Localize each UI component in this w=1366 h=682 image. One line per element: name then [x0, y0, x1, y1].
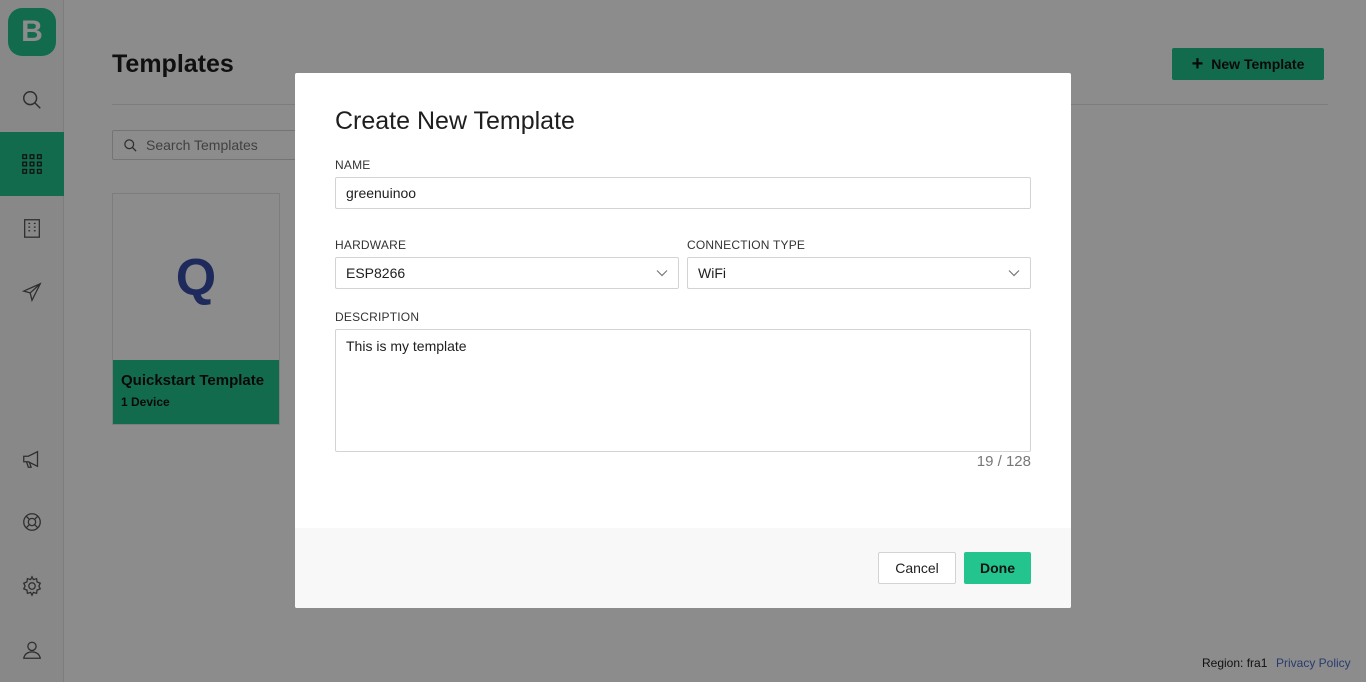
- hardware-select[interactable]: ESP8266: [335, 257, 679, 289]
- hardware-value: ESP8266: [346, 265, 406, 281]
- description-field[interactable]: This is my template: [335, 329, 1031, 452]
- connection-type-select[interactable]: WiFi: [687, 257, 1031, 289]
- name-field[interactable]: [335, 177, 1031, 209]
- create-template-dialog: Create New Template NAME HARDWARE ESP826…: [295, 73, 1071, 608]
- name-label: NAME: [335, 158, 371, 172]
- description-char-count: 19 / 128: [976, 453, 1031, 470]
- dialog-title: Create New Template: [335, 107, 575, 135]
- dialog-footer: Cancel Done: [295, 528, 1071, 608]
- connection-type-label: CONNECTION TYPE: [687, 238, 806, 252]
- done-button[interactable]: Done: [964, 552, 1031, 584]
- chevron-down-icon: [1008, 270, 1020, 277]
- chevron-down-icon: [656, 270, 668, 277]
- cancel-button[interactable]: Cancel: [878, 552, 956, 584]
- hardware-label: HARDWARE: [335, 238, 407, 252]
- description-label: DESCRIPTION: [335, 310, 420, 324]
- connection-type-value: WiFi: [698, 265, 726, 281]
